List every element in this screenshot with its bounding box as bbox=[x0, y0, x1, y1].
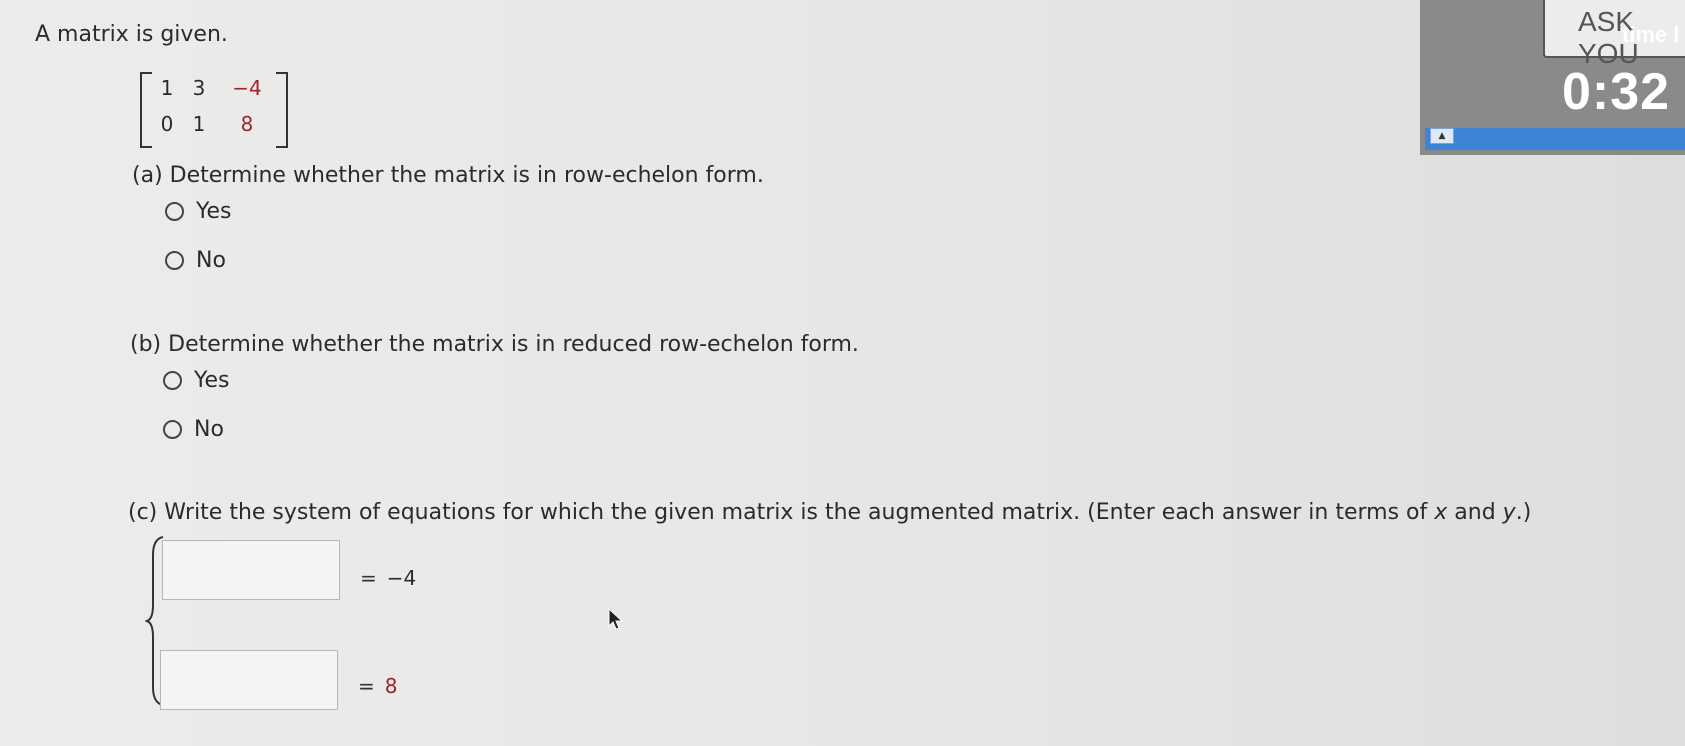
radio-icon[interactable] bbox=[163, 420, 182, 439]
mouse-pointer-icon bbox=[608, 608, 624, 630]
equals-sign: = bbox=[360, 566, 377, 590]
option-label: Yes bbox=[196, 199, 232, 224]
matrix-cell-r1c3: −4 bbox=[232, 76, 262, 100]
option-label: No bbox=[194, 417, 224, 442]
equation-1-rhs: = −4 bbox=[360, 566, 416, 590]
part-b-question: (b) Determine whether the matrix is in r… bbox=[130, 332, 859, 357]
matrix-cell-r2c1: 0 bbox=[160, 112, 174, 136]
homework-page: A matrix is given. 1 3 −4 0 1 8 (a) Dete… bbox=[0, 0, 1685, 746]
augmented-matrix: 1 3 −4 0 1 8 bbox=[140, 72, 288, 148]
radio-icon[interactable] bbox=[163, 371, 182, 390]
part-c-question: (c) Write the system of equations for wh… bbox=[128, 500, 1531, 525]
option-label: Yes bbox=[194, 368, 230, 393]
matrix-cell-r2c2: 1 bbox=[192, 112, 206, 136]
equation-2-input[interactable] bbox=[160, 650, 338, 710]
option-label: No bbox=[196, 248, 226, 273]
part-c-and: and bbox=[1447, 500, 1503, 525]
intro-text: A matrix is given. bbox=[35, 22, 228, 47]
radio-icon[interactable] bbox=[165, 202, 184, 221]
timer-progress-bar bbox=[1425, 128, 1685, 150]
rhs-value: 8 bbox=[384, 674, 398, 698]
equation-2-rhs: = 8 bbox=[358, 674, 398, 698]
countdown-clock: 0:32 bbox=[1562, 63, 1671, 121]
collapse-arrow-icon[interactable]: ▲ bbox=[1430, 128, 1454, 144]
part-c-text: (c) Write the system of equations for wh… bbox=[128, 500, 1435, 525]
variable-y: y bbox=[1502, 500, 1516, 525]
part-c-end: .) bbox=[1515, 500, 1532, 525]
part-b-option-yes[interactable]: Yes bbox=[163, 368, 230, 393]
matrix-cell-r2c3: 8 bbox=[240, 112, 254, 136]
right-bracket bbox=[276, 72, 288, 148]
equals-sign: = bbox=[358, 674, 375, 698]
part-a-question: (a) Determine whether the matrix is in r… bbox=[132, 163, 764, 188]
part-a-option-no[interactable]: No bbox=[165, 248, 226, 273]
radio-icon[interactable] bbox=[165, 251, 184, 270]
matrix-cell-r1c1: 1 bbox=[160, 76, 174, 100]
equation-1-input[interactable] bbox=[162, 540, 340, 600]
rhs-value: −4 bbox=[386, 566, 417, 590]
part-b-option-no[interactable]: No bbox=[163, 417, 224, 442]
part-a-option-yes[interactable]: Yes bbox=[165, 199, 232, 224]
matrix-cell-r1c2: 3 bbox=[192, 76, 206, 100]
time-left-label: time l bbox=[1622, 22, 1680, 47]
variable-x: x bbox=[1434, 500, 1448, 525]
